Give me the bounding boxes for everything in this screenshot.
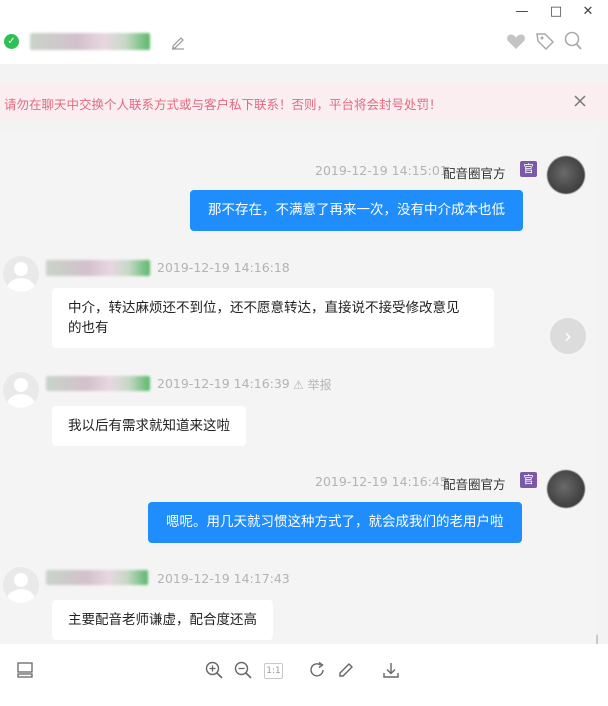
close-window-button[interactable]: ✕ bbox=[578, 3, 598, 21]
avatar[interactable] bbox=[547, 470, 585, 508]
sender-name-redacted bbox=[46, 376, 150, 391]
zoom-in-icon[interactable] bbox=[204, 660, 224, 680]
warning-text: 请勿在聊天中交换个人联系方式或与客户私下联系！否则，平台将会封号处罚！ bbox=[4, 97, 442, 112]
bottom-toolbar: 1:1 bbox=[0, 644, 608, 706]
message-time: 2019-12-19 14:15:01 bbox=[315, 163, 448, 178]
download-icon[interactable] bbox=[381, 660, 401, 680]
chat-history[interactable]: 2019-12-19 14:15:01 配音圈官方 官 那不存在，不满意了再来一… bbox=[0, 132, 598, 644]
message-time: 2019-12-19 14:17:43 bbox=[157, 571, 290, 586]
warning-banner: 请勿在聊天中交换个人联系方式或与客户私下联系！否则，平台将会封号处罚！ bbox=[0, 84, 608, 120]
message-line: 的也有 bbox=[68, 320, 109, 336]
minimize-button[interactable]: — bbox=[512, 3, 532, 21]
contact-name-redacted bbox=[30, 33, 150, 50]
maximize-button[interactable]: □ bbox=[546, 3, 566, 21]
avatar[interactable] bbox=[3, 256, 39, 292]
chat-header: ✓ bbox=[0, 24, 608, 64]
message-bubble: 嗯呢。用几天就习惯这种方式了，就会成我们的老用户啦 bbox=[148, 502, 522, 543]
layout-icon[interactable] bbox=[15, 660, 35, 680]
avatar[interactable] bbox=[3, 372, 39, 408]
message-line: 中介，转达麻烦还不到位，还不愿意转达，直接说不接受修改意见 bbox=[68, 300, 460, 316]
avatar[interactable] bbox=[547, 156, 585, 194]
message-time: 2019-12-19 14:16:45 bbox=[315, 474, 448, 489]
next-arrow-button[interactable]: › bbox=[550, 318, 586, 354]
message-bubble: 我以后有需求就知道来这啦 bbox=[52, 406, 246, 446]
close-icon[interactable] bbox=[572, 93, 588, 109]
title-bar: — □ ✕ bbox=[0, 0, 608, 24]
check-circle-icon: ✓ bbox=[4, 34, 19, 49]
scrollbar[interactable] bbox=[596, 634, 598, 644]
message-bubble: 那不存在，不满意了再来一次，没有中介成本也低 bbox=[190, 190, 523, 231]
message-time: 2019-12-19 14:16:39 bbox=[157, 376, 290, 391]
official-badge: 官 bbox=[520, 161, 537, 177]
sender-name: 配音圈官方 bbox=[443, 477, 506, 492]
actual-size-icon[interactable]: 1:1 bbox=[264, 663, 283, 679]
zoom-out-icon[interactable] bbox=[233, 660, 253, 680]
edit-icon[interactable] bbox=[336, 660, 356, 680]
sender-name-redacted bbox=[46, 570, 148, 585]
heart-icon[interactable] bbox=[505, 30, 527, 52]
sender-name-redacted bbox=[46, 260, 150, 276]
avatar[interactable] bbox=[3, 567, 39, 603]
warning-icon: ⚠ bbox=[293, 378, 304, 392]
report-label: 举报 bbox=[307, 378, 332, 392]
sender-name: 配音圈官方 bbox=[443, 166, 506, 181]
edit-icon[interactable] bbox=[170, 34, 186, 50]
rotate-icon[interactable] bbox=[307, 660, 327, 680]
message-bubble: 中介，转达麻烦还不到位，还不愿意转达，直接说不接受修改意见 的也有 bbox=[52, 288, 494, 348]
official-badge: 官 bbox=[520, 472, 537, 488]
tag-icon[interactable] bbox=[534, 30, 556, 52]
report-link[interactable]: ⚠ 举报 bbox=[293, 376, 332, 393]
search-icon[interactable] bbox=[562, 30, 584, 52]
message-time: 2019-12-19 14:16:18 bbox=[157, 260, 290, 275]
message-bubble: 主要配音老师谦虚，配合度还高 bbox=[52, 600, 273, 640]
